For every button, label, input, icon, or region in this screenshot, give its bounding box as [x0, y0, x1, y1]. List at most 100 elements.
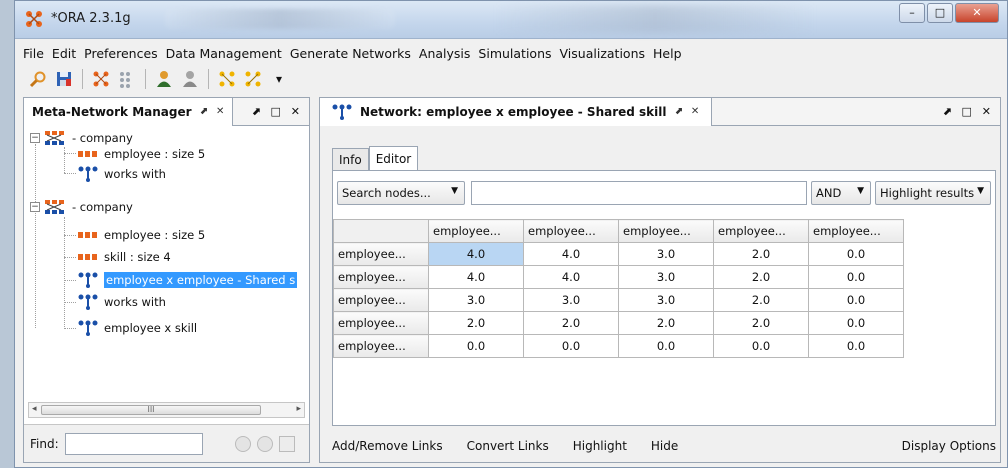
matrix-cell[interactable]: 4.0 — [523, 265, 619, 289]
convert-links-button[interactable]: Convert Links — [467, 439, 549, 453]
matrix-cell[interactable]: 0.0 — [808, 265, 904, 289]
network-tool-button-2[interactable] — [242, 68, 264, 90]
search-input[interactable] — [471, 181, 807, 205]
matrix-cell[interactable]: 0.0 — [713, 334, 809, 358]
matrix-cell[interactable]: 4.0 — [523, 242, 619, 266]
matrix-cell[interactable]: 3.0 — [618, 265, 714, 289]
tab-info[interactable]: Info — [332, 148, 369, 170]
matrix-cell[interactable]: 3.0 — [523, 288, 619, 312]
tree-connector — [64, 328, 76, 329]
pin-icon[interactable]: ⬈ — [675, 106, 683, 117]
maximize-button[interactable]: □ — [927, 3, 953, 23]
tab-network-editor[interactable]: Network: employee x employee - Shared sk… — [320, 97, 713, 126]
scroll-right-icon[interactable]: ▸ — [296, 404, 301, 414]
menu-help[interactable]: Help — [649, 46, 686, 61]
matrix-cell[interactable]: 4.0 — [428, 265, 524, 289]
matrix-cell[interactable]: 2.0 — [713, 288, 809, 312]
find-input[interactable] — [64, 432, 203, 455]
matrix-cell[interactable]: 2.0 — [713, 265, 809, 289]
tree-item-nodeset[interactable]: employee : size 5 — [78, 225, 205, 245]
panel-window-controls[interactable]: ⬈ □ ✕ — [252, 105, 304, 118]
find-options-button[interactable] — [278, 435, 295, 452]
agent-gray-tool-button[interactable] — [179, 68, 201, 90]
row-header[interactable]: employee... — [333, 334, 429, 358]
row-header[interactable]: employee... — [333, 265, 429, 289]
column-header[interactable]: employee... — [523, 219, 619, 243]
menu-edit[interactable]: Edit — [48, 46, 80, 61]
add-remove-links-button[interactable]: Add/Remove Links — [332, 439, 443, 453]
menu-simulations[interactable]: Simulations — [474, 46, 555, 61]
tree-expander[interactable]: − — [30, 202, 40, 212]
menu-preferences[interactable]: Preferences — [80, 46, 162, 61]
matrix-cell[interactable]: 0.0 — [808, 288, 904, 312]
minimize-button[interactable]: – — [899, 3, 925, 23]
matrix-cell[interactable]: 3.0 — [618, 288, 714, 312]
matrix-cell[interactable]: 2.0 — [713, 311, 809, 335]
matrix-cell[interactable]: 0.0 — [523, 334, 619, 358]
tree-item-network[interactable]: employee x skill — [78, 318, 197, 338]
tree-item-nodeset[interactable]: employee : size 5 — [78, 144, 205, 164]
tree-item-nodeset[interactable]: skill : size 4 — [78, 247, 171, 267]
matrix-cell[interactable]: 0.0 — [618, 334, 714, 358]
sub-tab-bar: Info Editor — [332, 146, 419, 170]
matrix-cell[interactable]: 0.0 — [808, 242, 904, 266]
horizontal-scrollbar[interactable]: ◂ III ▸ — [28, 402, 305, 418]
menu-file[interactable]: File — [19, 46, 48, 61]
column-header[interactable]: employee... — [618, 219, 714, 243]
display-options-button[interactable]: Display Options — [902, 439, 996, 453]
and-dropdown[interactable]: AND ▼ — [811, 181, 871, 205]
matrix-cell[interactable]: 3.0 — [618, 242, 714, 266]
row-header[interactable]: employee... — [333, 242, 429, 266]
toolbar-dropdown-button[interactable]: ▾ — [268, 68, 290, 90]
meta-network-manager-panel: Meta-Network Manager ⬈ ✕ ⬈ □ ✕ − - compa… — [23, 97, 310, 463]
title-bar[interactable]: *ORA 2.3.1g – □ ✕ — [15, 1, 1007, 39]
network-tool-button-1[interactable] — [216, 68, 238, 90]
column-header[interactable]: employee... — [428, 219, 524, 243]
save-icon — [57, 72, 71, 86]
tab-meta-network-manager[interactable]: Meta-Network Manager ⬈ ✕ — [24, 97, 234, 126]
scroll-left-icon[interactable]: ◂ — [32, 404, 37, 414]
save-button[interactable] — [53, 68, 75, 90]
menu-data-management[interactable]: Data Management — [162, 46, 286, 61]
pin-icon[interactable]: ⬈ — [200, 106, 208, 117]
tree-expander[interactable]: − — [30, 133, 40, 143]
column-header[interactable]: employee... — [713, 219, 809, 243]
row-header[interactable]: employee... — [333, 311, 429, 335]
search-icon — [29, 71, 46, 88]
tree-item-network[interactable]: works with — [78, 164, 166, 184]
matrix-cell[interactable]: 2.0 — [523, 311, 619, 335]
highlight-button[interactable]: Highlight — [573, 439, 627, 453]
matrix-cell[interactable]: 0.0 — [808, 334, 904, 358]
menu-generate-networks[interactable]: Generate Networks — [286, 46, 415, 61]
tree-item-metanetwork[interactable]: - company — [44, 197, 133, 217]
hide-button[interactable]: Hide — [651, 439, 678, 453]
grid-tool-button[interactable] — [116, 68, 138, 90]
matrix-cell[interactable]: 2.0 — [618, 311, 714, 335]
matrix-cell-selected[interactable]: 4.0 — [428, 242, 524, 266]
search-tool-button[interactable] — [27, 68, 49, 90]
close-icon[interactable]: ✕ — [691, 106, 699, 117]
table-row: employee... 4.0 4.0 3.0 2.0 0.0 — [333, 265, 904, 289]
find-previous-button[interactable] — [234, 435, 251, 452]
highlight-results-dropdown[interactable]: Highlight results ▼ — [875, 181, 991, 205]
menu-visualizations[interactable]: Visualizations — [556, 46, 649, 61]
agent-tool-button[interactable] — [153, 68, 175, 90]
search-nodes-dropdown[interactable]: Search nodes... ▼ — [337, 181, 465, 205]
matrix-cell[interactable]: 2.0 — [713, 242, 809, 266]
scrollbar-thumb[interactable]: III — [41, 405, 261, 415]
matrix-cell[interactable]: 0.0 — [808, 311, 904, 335]
tree-item-network[interactable]: works with — [78, 292, 166, 312]
close-icon[interactable]: ✕ — [216, 106, 224, 117]
metanetwork-button[interactable] — [90, 68, 112, 90]
close-button[interactable]: ✕ — [955, 3, 999, 23]
matrix-cell[interactable]: 2.0 — [428, 311, 524, 335]
matrix-cell[interactable]: 0.0 — [428, 334, 524, 358]
menu-analysis[interactable]: Analysis — [415, 46, 475, 61]
tab-editor[interactable]: Editor — [368, 146, 419, 170]
matrix-cell[interactable]: 3.0 — [428, 288, 524, 312]
tree-item-network-selected[interactable]: employee x employee - Shared s — [78, 270, 298, 290]
find-next-button[interactable] — [256, 435, 273, 452]
row-header[interactable]: employee... — [333, 288, 429, 312]
column-header[interactable]: employee... — [808, 219, 904, 243]
panel-window-controls[interactable]: ⬈ □ ✕ — [943, 105, 995, 118]
